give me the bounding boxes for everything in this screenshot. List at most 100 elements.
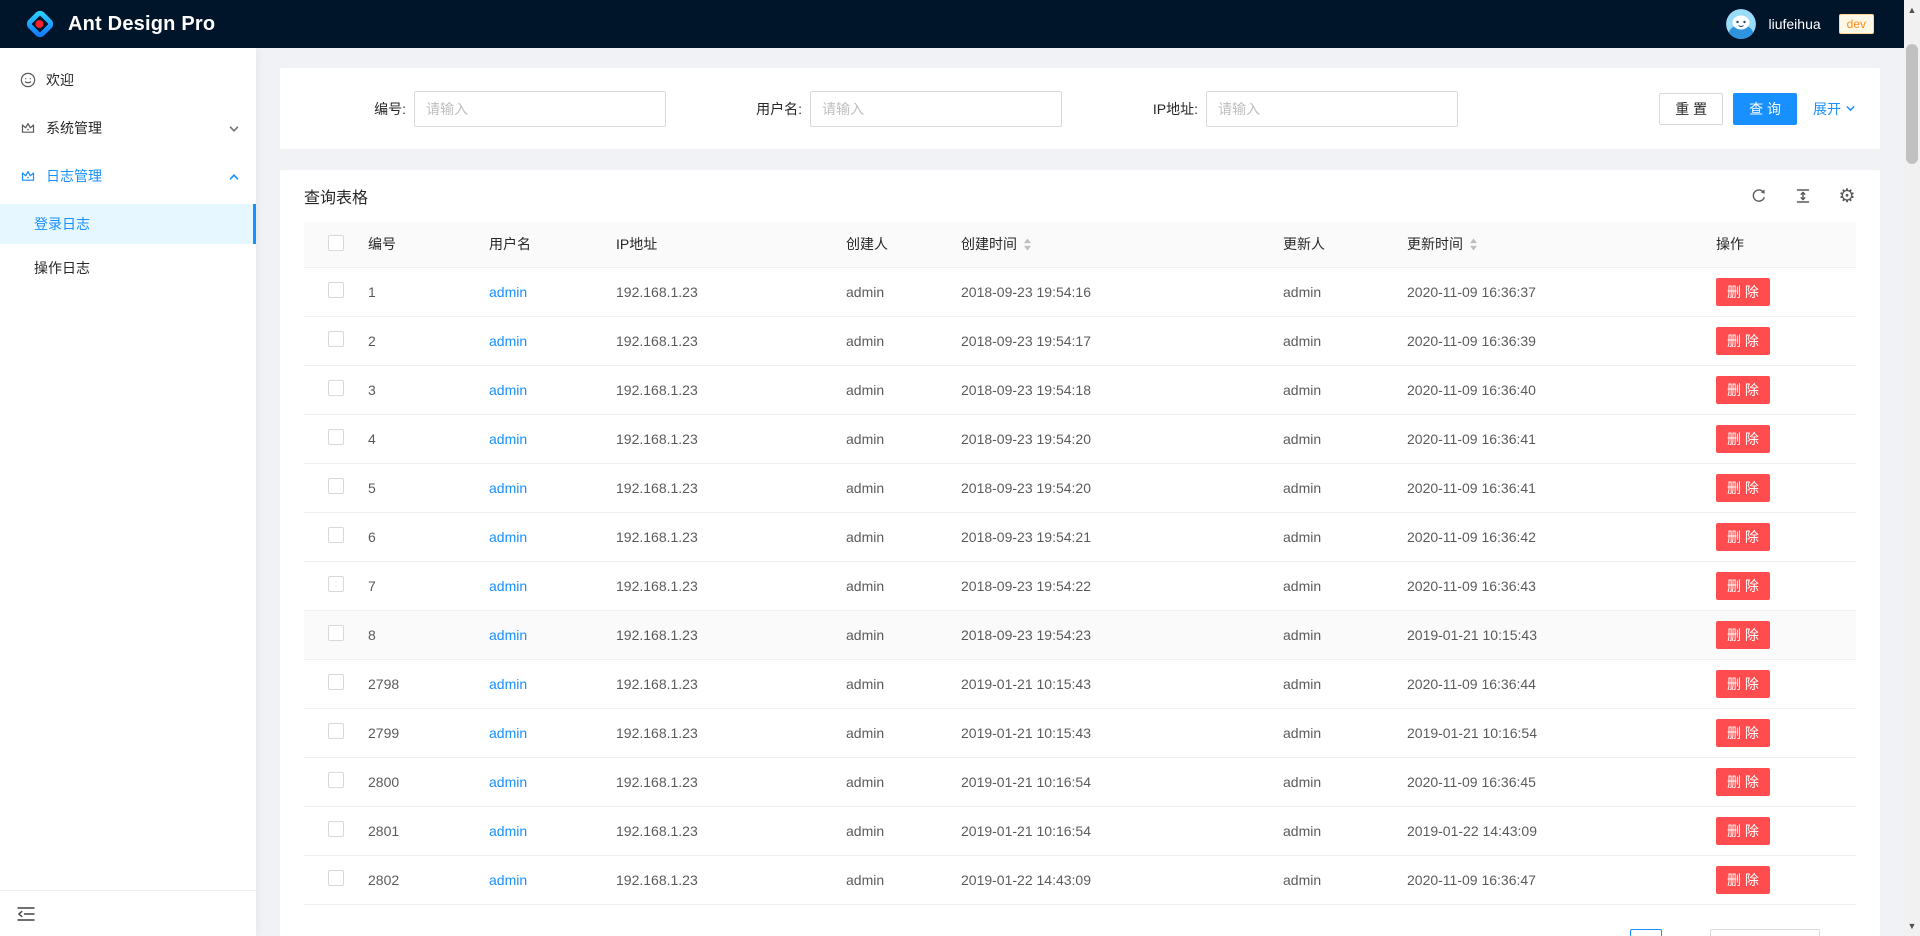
menu-fold-icon[interactable] — [17, 906, 37, 922]
field-id: 编号: — [304, 91, 700, 127]
sorter-icon[interactable] — [1469, 238, 1478, 251]
row-checkbox[interactable] — [328, 821, 344, 837]
ip-field-label: IP地址: — [1096, 99, 1206, 119]
sidebar-item-log-management[interactable]: 日志管理 — [0, 156, 256, 196]
column-height-icon[interactable] — [1794, 187, 1812, 205]
table-header-row: 编号 用户名 IP地址 创建人 创建时间 — [304, 222, 1856, 267]
username-link[interactable]: admin — [489, 382, 527, 398]
username-link[interactable]: admin — [489, 431, 527, 447]
sidebar-item-welcome[interactable]: 欢迎 — [0, 60, 256, 100]
column-header-create-time[interactable]: 创建时间 — [945, 222, 1267, 267]
username-link[interactable]: admin — [489, 578, 527, 594]
cell-updater: admin — [1267, 316, 1391, 365]
column-header-update-time[interactable]: 更新时间 — [1391, 222, 1700, 267]
delete-button[interactable]: 删 除 — [1716, 670, 1770, 698]
cell-update-time: 2020-11-09 16:36:45 — [1391, 757, 1700, 806]
username-input[interactable] — [810, 91, 1062, 127]
cell-update-time: 2020-11-09 16:36:43 — [1391, 561, 1700, 610]
username-link[interactable]: admin — [489, 676, 527, 692]
username-link[interactable]: admin — [489, 333, 527, 349]
delete-button[interactable]: 删 除 — [1716, 572, 1770, 600]
row-checkbox[interactable] — [328, 723, 344, 739]
cell-creator: admin — [830, 659, 945, 708]
row-checkbox[interactable] — [328, 331, 344, 347]
crown-icon — [20, 168, 36, 184]
delete-button[interactable]: 删 除 — [1716, 817, 1770, 845]
delete-button[interactable]: 删 除 — [1716, 376, 1770, 404]
cell-ip: 192.168.1.23 — [600, 463, 830, 512]
ip-input[interactable] — [1206, 91, 1458, 127]
delete-button[interactable]: 删 除 — [1716, 278, 1770, 306]
delete-button[interactable]: 删 除 — [1716, 866, 1770, 894]
cell-create-time: 2018-09-23 19:54:17 — [945, 316, 1267, 365]
row-checkbox[interactable] — [328, 429, 344, 445]
id-input[interactable] — [414, 91, 666, 127]
table-title: 查询表格 — [304, 184, 368, 208]
prev-page-button[interactable] — [1590, 929, 1622, 936]
row-checkbox[interactable] — [328, 674, 344, 690]
table-row: 1 admin 192.168.1.23 admin 2018-09-23 19… — [304, 267, 1856, 316]
app-title: Ant Design Pro — [68, 13, 215, 36]
cell-create-time: 2019-01-21 10:15:43 — [945, 708, 1267, 757]
cell-ip: 192.168.1.23 — [600, 855, 830, 904]
delete-button[interactable]: 删 除 — [1716, 474, 1770, 502]
page-size-select[interactable] — [1710, 929, 1820, 936]
page-1-button[interactable] — [1630, 929, 1662, 936]
query-button[interactable]: 查 询 — [1733, 93, 1797, 125]
user-name: liufeihua — [1768, 16, 1820, 32]
sidebar-item-operation-log[interactable]: 操作日志 — [0, 248, 256, 288]
scrollbar-up-arrow[interactable]: ▲ — [1904, 2, 1920, 18]
sidebar-item-login-log[interactable]: 登录日志 — [0, 204, 256, 244]
cell-updater: admin — [1267, 267, 1391, 316]
setting-gear-icon[interactable]: ⚙ — [1838, 187, 1856, 205]
delete-button[interactable]: 删 除 — [1716, 621, 1770, 649]
row-checkbox[interactable] — [328, 625, 344, 641]
row-checkbox[interactable] — [328, 282, 344, 298]
username-link[interactable]: admin — [489, 284, 527, 300]
main-content: 编号: 用户名: IP地址: 重 置 查 询 展开 — [256, 48, 1904, 936]
delete-button[interactable]: 删 除 — [1716, 523, 1770, 551]
username-link[interactable]: admin — [489, 627, 527, 643]
cell-creator: admin — [830, 610, 945, 659]
sorter-icon[interactable] — [1023, 238, 1032, 251]
user-avatar[interactable] — [1726, 9, 1756, 39]
scrollbar-thumb[interactable] — [1906, 44, 1918, 164]
cell-update-time: 2019-01-21 10:16:54 — [1391, 708, 1700, 757]
delete-button[interactable]: 删 除 — [1716, 425, 1770, 453]
username-link[interactable]: admin — [489, 725, 527, 741]
row-checkbox[interactable] — [328, 576, 344, 592]
cell-update-time: 2020-11-09 16:36:47 — [1391, 855, 1700, 904]
username-link[interactable]: admin — [489, 872, 527, 888]
delete-button[interactable]: 删 除 — [1716, 719, 1770, 747]
delete-button[interactable]: 删 除 — [1716, 327, 1770, 355]
username-link[interactable]: admin — [489, 774, 527, 790]
sidebar-item-system-management[interactable]: 系统管理 — [0, 108, 256, 148]
select-all-checkbox[interactable] — [328, 235, 344, 251]
chevron-down-icon — [228, 122, 240, 134]
next-page-button[interactable] — [1670, 929, 1702, 936]
scrollbar[interactable]: ▲ ▼ — [1904, 0, 1920, 936]
brand-home-link[interactable]: Ant Design Pro — [24, 8, 215, 40]
scrollbar-down-arrow[interactable]: ▼ — [1904, 918, 1920, 934]
reload-icon[interactable] — [1750, 187, 1768, 205]
cell-id: 2801 — [352, 806, 473, 855]
user-menu-trigger[interactable]: liufeihua dev — [1726, 9, 1874, 39]
row-checkbox[interactable] — [328, 772, 344, 788]
expand-link[interactable]: 展开 — [1813, 99, 1856, 119]
row-checkbox[interactable] — [328, 380, 344, 396]
table-row: 3 admin 192.168.1.23 admin 2018-09-23 19… — [304, 365, 1856, 414]
username-link[interactable]: admin — [489, 480, 527, 496]
reset-button[interactable]: 重 置 — [1659, 93, 1723, 125]
username-link[interactable]: admin — [489, 529, 527, 545]
sort-caret-down-icon — [1469, 245, 1478, 251]
delete-button[interactable]: 删 除 — [1716, 768, 1770, 796]
username-link[interactable]: admin — [489, 823, 527, 839]
log-table: 编号 用户名 IP地址 创建人 创建时间 — [304, 222, 1856, 905]
cell-creator: admin — [830, 757, 945, 806]
row-checkbox[interactable] — [328, 527, 344, 543]
row-checkbox[interactable] — [328, 478, 344, 494]
cell-update-time: 2020-11-09 16:36:44 — [1391, 659, 1700, 708]
row-checkbox[interactable] — [328, 870, 344, 886]
search-filter-card: 编号: 用户名: IP地址: 重 置 查 询 展开 — [280, 68, 1880, 149]
form-actions: 重 置 查 询 展开 — [1492, 93, 1856, 125]
